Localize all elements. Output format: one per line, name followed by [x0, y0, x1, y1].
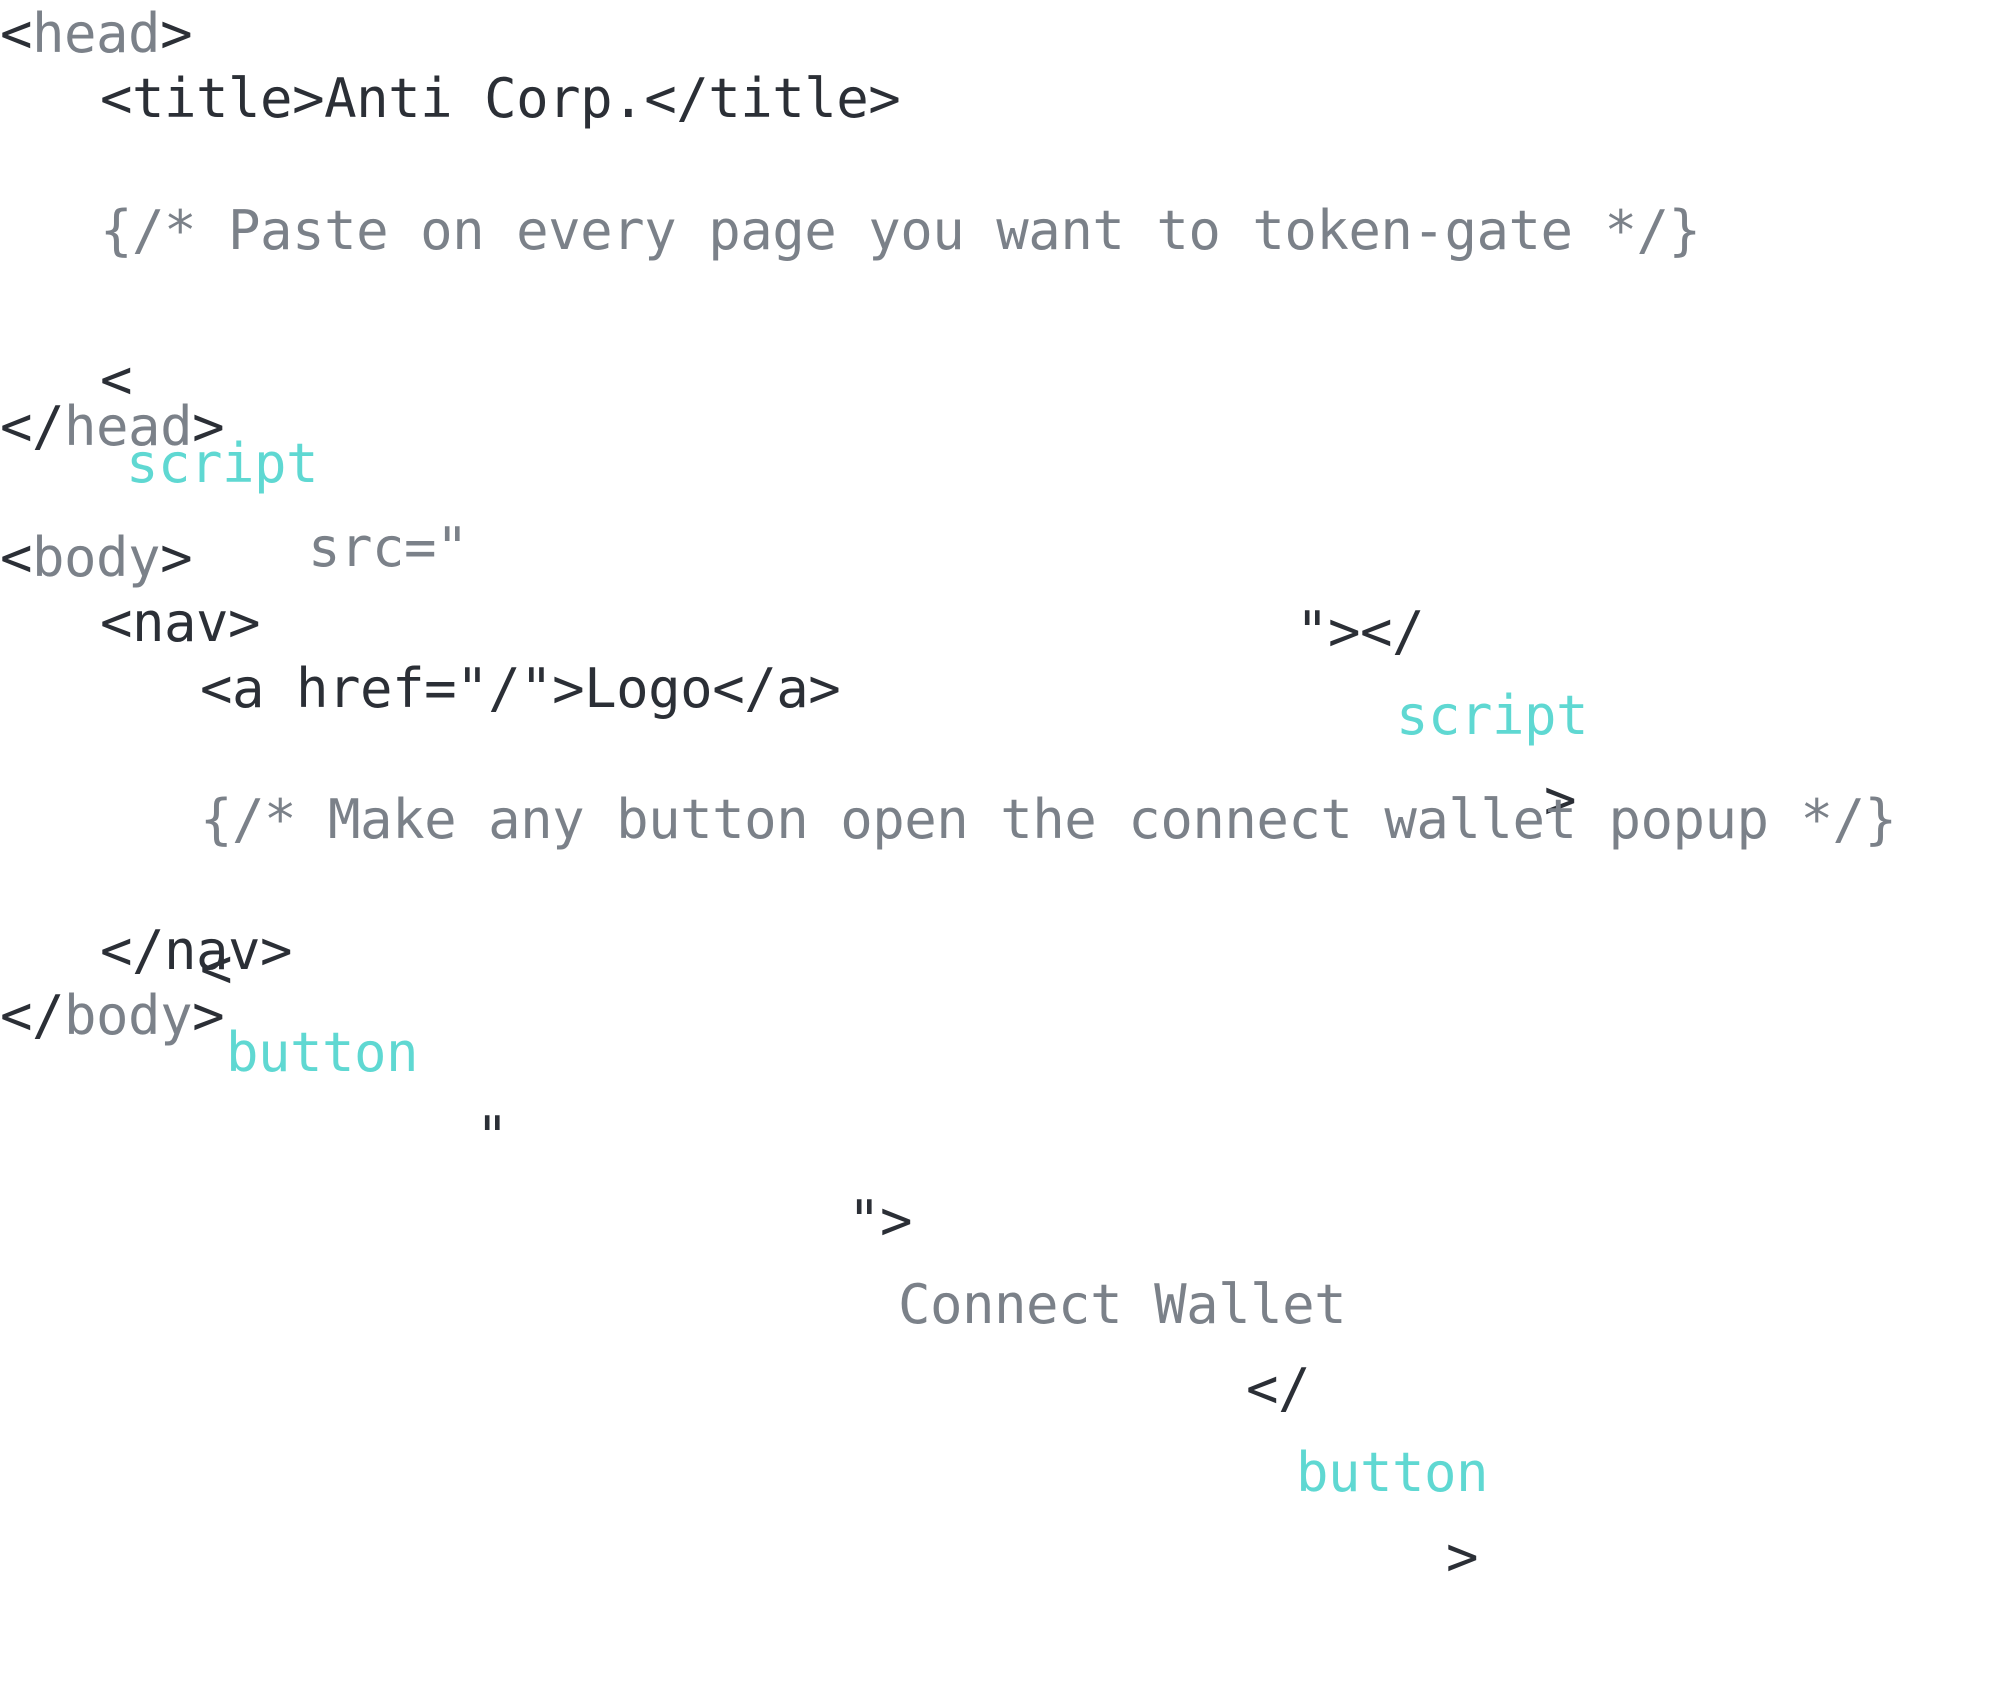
code-line-link: <a href="/">Logo</a> [200, 647, 841, 731]
tag-name: body [64, 984, 193, 1047]
code-line-title: <title>Anti Corp.</title> [100, 57, 901, 141]
code-line-head-close: </head> [0, 385, 225, 469]
link-close-tag: </a> [712, 657, 841, 720]
code-line-script: < script src=" "></ script > [100, 254, 2008, 831]
attr-src: src=" [276, 516, 469, 579]
tag-name: head [32, 2, 161, 65]
title-open-tag: <title> [100, 67, 325, 130]
nav-close-tag: </nav> [100, 919, 293, 982]
button-text: Connect Wallet [898, 1273, 1347, 1336]
bracket: > [1446, 1525, 1479, 1588]
bracket: > [160, 526, 193, 589]
tag-name: body [32, 526, 161, 589]
tag-name-button: button [226, 1021, 419, 1084]
attr-close: "></ [1296, 600, 1425, 663]
code-snippet: <head> <title>Anti Corp.</title> {/* Pas… [0, 0, 2008, 1588]
bracket: < [0, 2, 33, 65]
bracket: </ [1246, 1357, 1311, 1420]
bracket: < [0, 526, 33, 589]
nav-open-tag: <nav> [100, 591, 261, 654]
bracket: > [160, 2, 193, 65]
tag-name-button-close: button [1296, 1441, 1489, 1504]
comment-text: {/* Paste on every page you want to toke… [100, 199, 1701, 262]
bracket: </ [0, 395, 65, 458]
bracket: > [192, 395, 225, 458]
link-open-tag: <a href="/"> [200, 657, 585, 720]
code-line-button: < button " "> Connect Wallet </ button > [200, 843, 2008, 1588]
title-text: Anti Corp. [324, 67, 645, 130]
attr-quote-close: "> [848, 1189, 913, 1252]
code-line-body-close: </body> [0, 974, 225, 1058]
link-text: Logo [584, 657, 713, 720]
attr-quote-open: " [476, 1105, 509, 1168]
tag-name: head [64, 395, 193, 458]
comment-text: {/* Make any button open the connect wal… [200, 788, 1897, 851]
title-close-tag: </title> [644, 67, 901, 130]
bracket: > [192, 984, 225, 1047]
bracket: </ [0, 984, 65, 1047]
tag-name-script-close: script [1396, 684, 1589, 747]
